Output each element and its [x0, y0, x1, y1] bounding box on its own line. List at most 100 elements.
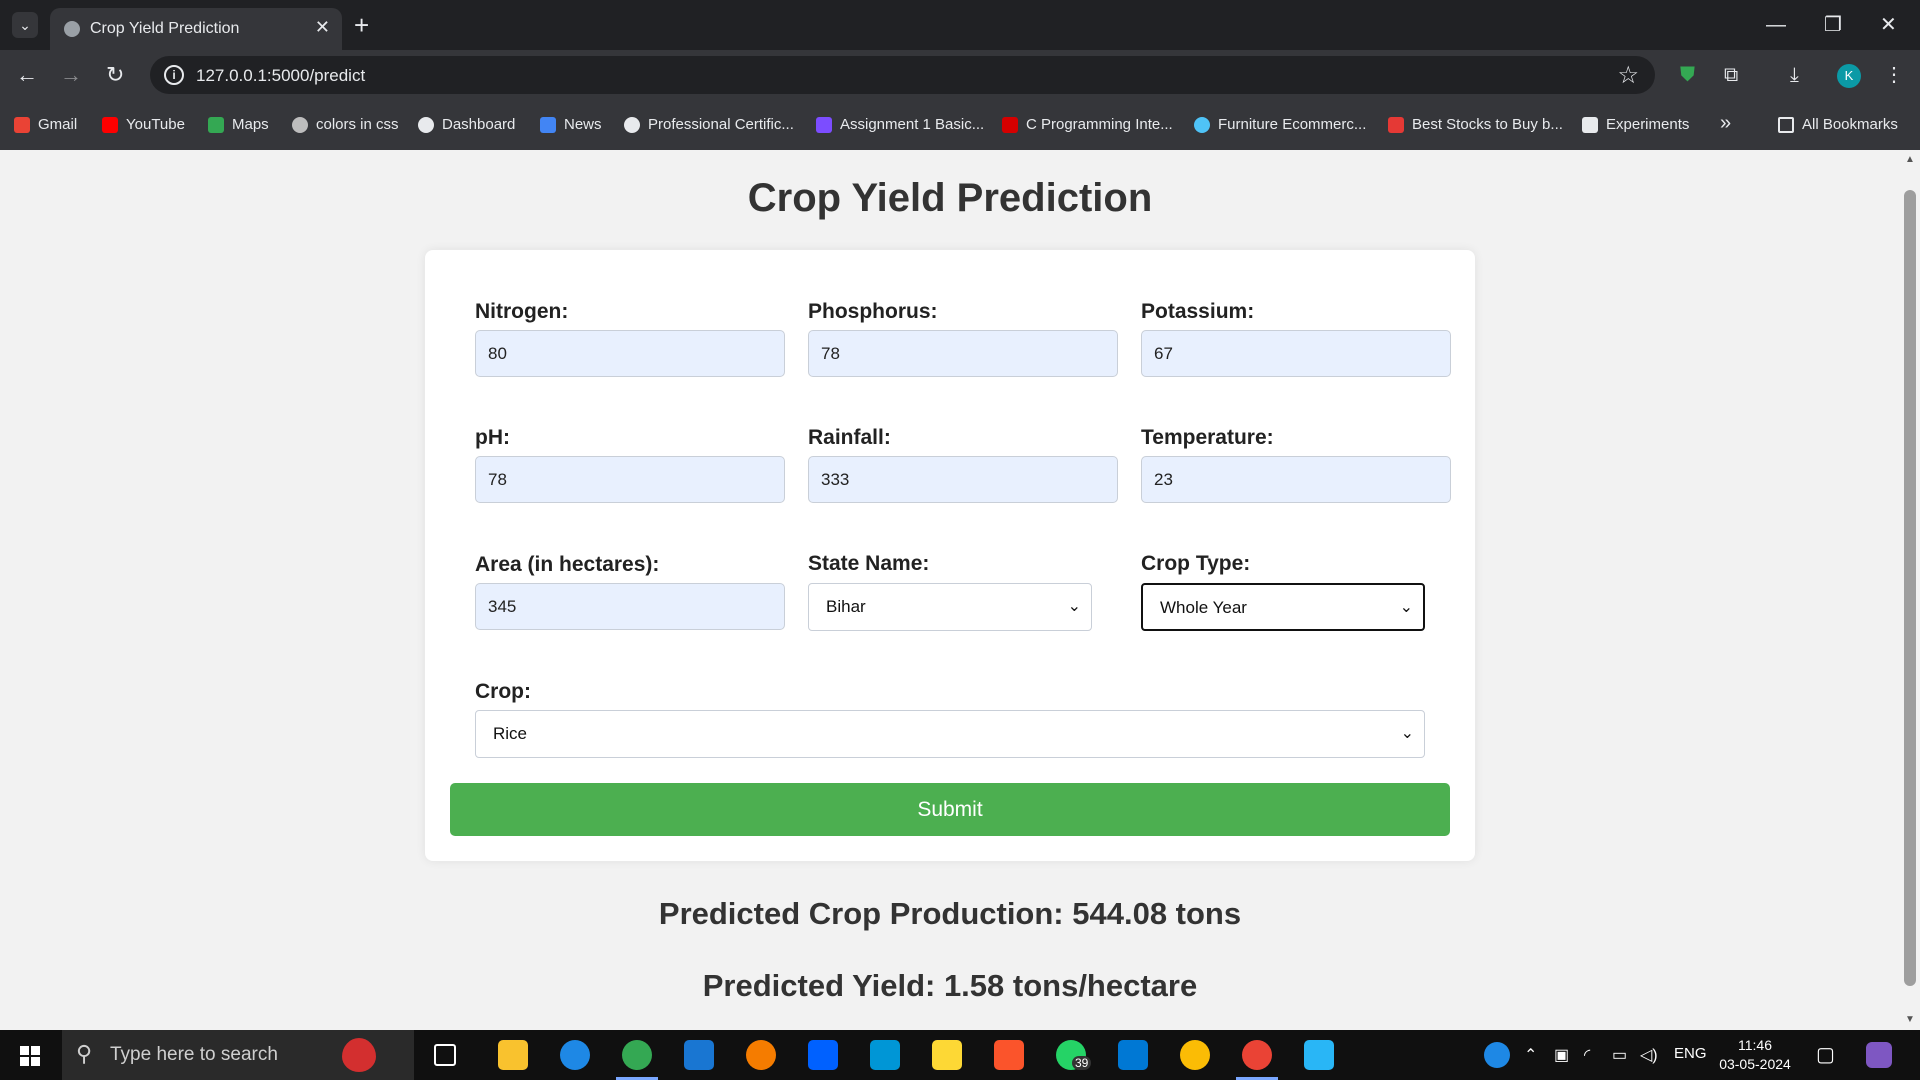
ph-label: pH: — [475, 426, 510, 449]
bookmark-c-programming[interactable]: C Programming Inte... — [1002, 116, 1173, 133]
submit-button[interactable]: Submit — [450, 783, 1450, 836]
browser-tab-bar: ⌄ Crop Yield Prediction ✕ + — ❐ ✕ — [0, 0, 1920, 50]
profile-avatar[interactable]: K — [1837, 64, 1861, 88]
bookmark-label: Furniture Ecommerc... — [1218, 116, 1367, 133]
predicted-production-text: Predicted Crop Production: 544.08 tons — [658, 896, 1242, 931]
youtube-icon — [102, 116, 118, 133]
browser-tab-active[interactable]: Crop Yield Prediction ✕ — [50, 8, 342, 50]
minimize-icon[interactable]: — — [1766, 10, 1786, 40]
volume-icon[interactable]: ◁) — [1640, 1045, 1658, 1065]
area-label: Area (in hectares): — [475, 553, 660, 576]
windows-start-icon[interactable] — [20, 1046, 40, 1066]
potassium-input[interactable]: 67 — [1141, 330, 1451, 377]
bookmark-maps[interactable]: Maps — [208, 116, 269, 133]
crop-type-select[interactable]: Whole Year ⌄ — [1141, 583, 1425, 631]
dropbox-icon[interactable] — [808, 1040, 838, 1070]
prediction-form: Nitrogen: 80 Phosphorus: 78 Potassium: 6… — [425, 250, 1475, 861]
copilot-icon[interactable] — [1866, 1042, 1892, 1068]
all-bookmarks[interactable]: All Bookmarks — [1778, 116, 1898, 133]
bookmark-colors-in-css[interactable]: colors in css — [292, 116, 399, 133]
nitrogen-label: Nitrogen: — [475, 300, 569, 323]
brave-icon[interactable] — [994, 1040, 1024, 1070]
language-indicator[interactable]: ENG — [1674, 1045, 1707, 1062]
more-bookmarks-icon[interactable]: » — [1720, 112, 1731, 135]
temperature-input[interactable]: 23 — [1141, 456, 1451, 503]
state-name-select[interactable]: Bihar ⌄ — [808, 583, 1092, 631]
mail-icon[interactable] — [684, 1040, 714, 1070]
more-menu-icon[interactable]: ⋮ — [1884, 63, 1904, 87]
chevron-up-icon[interactable]: ⌃ — [1524, 1045, 1537, 1065]
wifi-icon[interactable]: ◜ — [1584, 1045, 1590, 1065]
back-arrow-icon[interactable]: ← — [16, 61, 38, 89]
window-close-icon[interactable]: ✕ — [1880, 10, 1897, 40]
page-scrollbar[interactable]: ▲ ▼ — [1900, 150, 1920, 1030]
meet-now-icon[interactable]: ▣ — [1554, 1045, 1569, 1065]
address-bar[interactable]: i 127.0.0.1:5000/predict ☆ — [150, 56, 1655, 94]
temperature-label: Temperature: — [1141, 426, 1274, 449]
ph-input[interactable]: 78 — [475, 456, 785, 503]
battery-icon[interactable]: ▭ — [1612, 1045, 1627, 1065]
gmail-icon — [14, 116, 30, 133]
url-text[interactable]: 127.0.0.1:5000/predict — [196, 66, 365, 86]
bookmark-news[interactable]: News — [540, 116, 602, 133]
area-input[interactable]: 345 — [475, 583, 785, 630]
bookmark-youtube[interactable]: YouTube — [102, 116, 185, 133]
phosphorus-input[interactable]: 78 — [808, 330, 1118, 377]
bookmark-star-icon[interactable]: ☆ — [1617, 61, 1639, 90]
phosphorus-label: Phosphorus: — [808, 300, 938, 323]
tab-search-chevron-icon[interactable]: ⌄ — [12, 12, 38, 38]
restore-icon[interactable]: ❐ — [1824, 10, 1842, 40]
bookmark-experiments[interactable]: Experiments — [1582, 116, 1689, 133]
bookmark-assignment-1[interactable]: Assignment 1 Basic... — [816, 116, 984, 133]
extensions-puzzle-icon[interactable]: ⧉ — [1724, 63, 1738, 87]
notifications-icon[interactable]: ▢ — [1816, 1042, 1835, 1067]
site-info-icon[interactable]: i — [164, 65, 184, 85]
new-tab-button[interactable]: + — [354, 10, 369, 40]
bookmark-label: C Programming Inte... — [1026, 116, 1173, 133]
scroll-up-icon[interactable]: ▲ — [1905, 154, 1915, 165]
scroll-down-icon[interactable]: ▼ — [1905, 1014, 1915, 1025]
reload-icon[interactable]: ↻ — [106, 61, 124, 89]
bookmark-label: colors in css — [316, 116, 399, 133]
bookmark-label: News — [564, 116, 602, 133]
forward-arrow-icon[interactable]: → — [60, 61, 82, 89]
bookmark-gmail[interactable]: Gmail — [14, 116, 77, 133]
task-view-icon[interactable] — [434, 1044, 456, 1066]
state-name-value: Bihar — [826, 597, 866, 616]
shield-extension-icon[interactable]: ⛊ — [1680, 63, 1695, 87]
download-icon[interactable]: ⤓ — [1790, 63, 1799, 87]
crop-type-label: Crop Type: — [1141, 552, 1251, 575]
scrollbar-thumb[interactable] — [1904, 190, 1916, 986]
help-icon[interactable] — [1484, 1042, 1510, 1068]
chrome-alt-profile-icon[interactable] — [1236, 1040, 1278, 1080]
bookmark-label: Maps — [232, 116, 269, 133]
jupyter-icon[interactable] — [746, 1040, 776, 1070]
edge-icon[interactable] — [560, 1040, 590, 1070]
crop-select[interactable]: Rice ⌄ — [475, 710, 1425, 758]
photos-icon[interactable] — [1304, 1040, 1334, 1070]
tab-close-icon[interactable]: ✕ — [315, 17, 330, 38]
forms-icon — [816, 116, 832, 133]
clock-time: 11:46 — [1738, 1037, 1772, 1053]
sticky-notes-icon[interactable] — [932, 1040, 962, 1070]
bookmark-furniture-ecommerce[interactable]: Furniture Ecommerc... — [1194, 116, 1366, 133]
file-explorer-icon[interactable] — [498, 1040, 528, 1070]
bookmark-dashboard[interactable]: Dashboard — [418, 116, 515, 133]
taskbar-clock[interactable]: 11:46 03-05-2024 — [1710, 1036, 1800, 1074]
search-icon: ⚲ — [76, 1041, 93, 1066]
chrome-icon[interactable] — [1180, 1040, 1210, 1070]
nitrogen-input[interactable]: 80 — [475, 330, 785, 377]
rainfall-input[interactable]: 333 — [808, 456, 1118, 503]
whatsapp-icon[interactable]: 39 — [1056, 1040, 1092, 1070]
tab-title: Crop Yield Prediction — [90, 20, 240, 37]
vscode-icon[interactable] — [1118, 1040, 1148, 1070]
globe-icon — [292, 116, 308, 133]
chrome-profile-icon[interactable] — [616, 1040, 658, 1080]
myhp-icon[interactable] — [870, 1040, 900, 1070]
google-news-icon — [540, 116, 556, 133]
bookmark-best-stocks[interactable]: Best Stocks to Buy b... — [1388, 116, 1563, 133]
taskbar-search-box[interactable]: ⚲ Type here to search — [62, 1030, 414, 1080]
bookmark-professional-certific[interactable]: Professional Certific... — [624, 116, 794, 133]
github-icon — [418, 116, 434, 133]
whatsapp-badge: 39 — [1072, 1056, 1092, 1070]
